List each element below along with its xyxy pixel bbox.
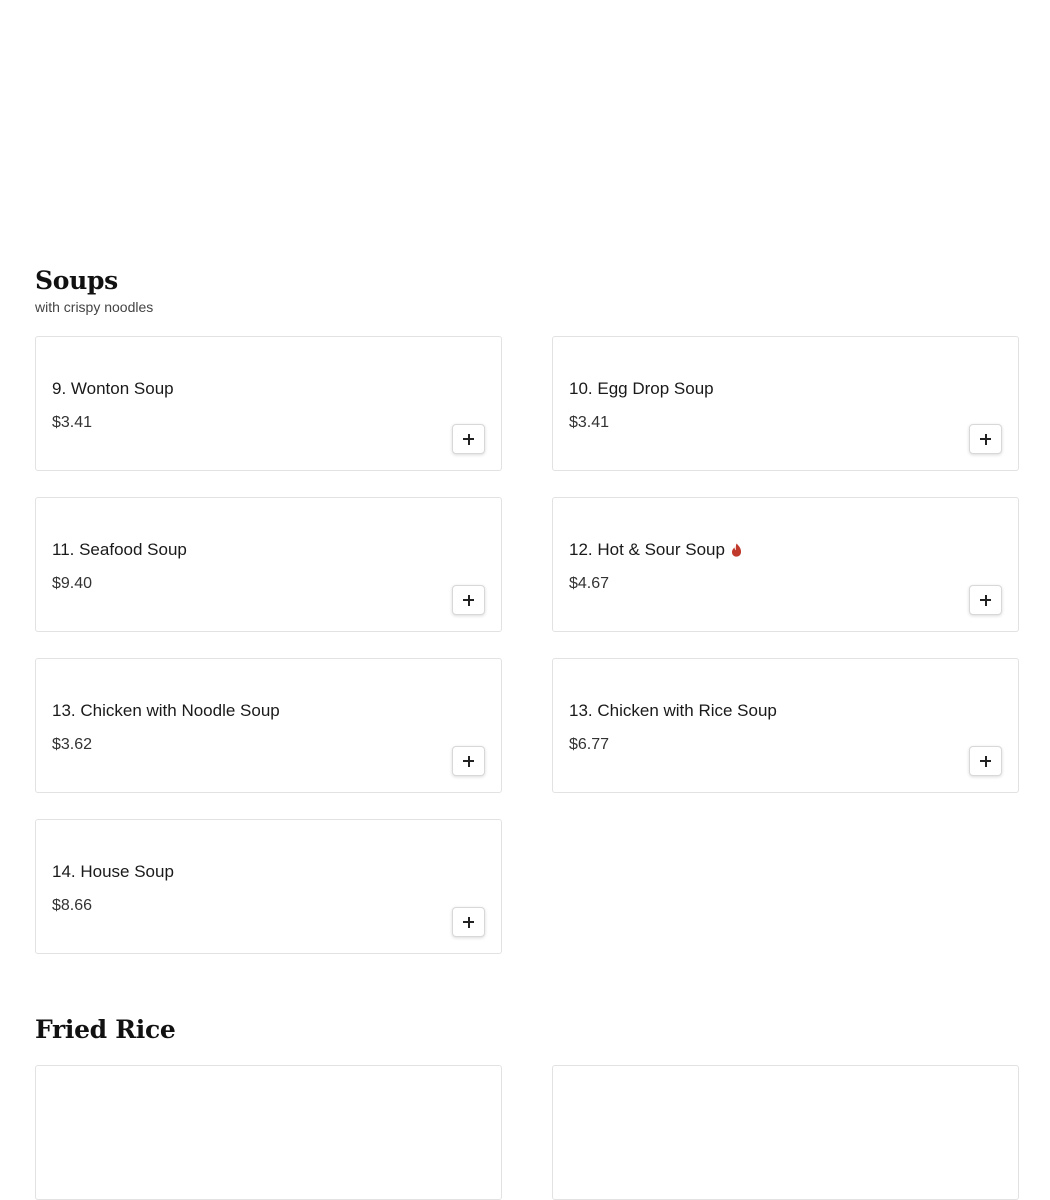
add-to-cart-button[interactable]	[969, 424, 1002, 454]
menu-item-name-text: 9. Wonton Soup	[52, 379, 174, 398]
section-fried-rice: Fried Rice	[35, 1015, 1021, 1200]
menu-item-price: $4.67	[569, 575, 610, 592]
menu-item-price: $8.66	[52, 897, 93, 914]
menu-item-name-text: 13. Chicken with Noodle Soup	[52, 701, 280, 720]
menu-item-name: 14. House Soup	[52, 862, 174, 882]
section-subtitle: with crispy noodles	[35, 299, 154, 315]
plus-icon	[463, 433, 474, 445]
menu-item-card[interactable]	[552, 1065, 1019, 1200]
add-to-cart-button[interactable]	[969, 585, 1002, 615]
add-to-cart-button[interactable]	[452, 746, 485, 776]
chili-pepper-icon	[731, 543, 741, 557]
menu-item-card[interactable]: 12. Hot & Sour Soup $4.67	[552, 497, 1019, 632]
menu-item-name: 12. Hot & Sour Soup	[569, 540, 742, 560]
menu-item-name-text: 13. Chicken with Rice Soup	[569, 701, 777, 720]
plus-icon	[463, 594, 474, 606]
plus-icon	[463, 755, 474, 767]
menu-item-name: 10. Egg Drop Soup	[569, 379, 714, 399]
menu-item-price: $3.41	[52, 414, 93, 431]
plus-icon	[980, 594, 991, 606]
menu-item-name-text: 14. House Soup	[52, 862, 174, 881]
menu-item-name-text: 10. Egg Drop Soup	[569, 379, 714, 398]
add-to-cart-button[interactable]	[969, 746, 1002, 776]
menu-item-name: 13. Chicken with Noodle Soup	[52, 701, 280, 721]
add-to-cart-button[interactable]	[452, 424, 485, 454]
plus-icon	[980, 755, 991, 767]
menu-item-name-text: 11. Seafood Soup	[52, 540, 187, 559]
menu-item-name-text: 12. Hot & Sour Soup	[569, 540, 725, 559]
add-to-cart-button[interactable]	[452, 585, 485, 615]
menu-item-price: $3.41	[569, 414, 610, 431]
menu-item-card[interactable]: 14. House Soup $8.66	[35, 819, 502, 954]
section-title: Soups	[35, 266, 118, 295]
menu-item-card[interactable]: 13. Chicken with Noodle Soup $3.62	[35, 658, 502, 793]
menu-item-price: $9.40	[52, 575, 93, 592]
menu-item-price: $6.77	[569, 736, 610, 753]
menu-item-card[interactable]: 13. Chicken with Rice Soup $6.77	[552, 658, 1019, 793]
menu-item-card[interactable]: 9. Wonton Soup $3.41	[35, 336, 502, 471]
menu-item-card[interactable]	[35, 1065, 502, 1200]
plus-icon	[980, 433, 991, 445]
add-to-cart-button[interactable]	[452, 907, 485, 937]
section-soups: Soups with crispy noodles 9. Wonton Soup…	[35, 266, 1021, 954]
plus-icon	[463, 916, 474, 928]
menu-item-price: $3.62	[52, 736, 93, 753]
menu-item-name: 9. Wonton Soup	[52, 379, 174, 399]
section-title: Fried Rice	[35, 1015, 176, 1044]
menu-item-card[interactable]: 11. Seafood Soup $9.40	[35, 497, 502, 632]
menu-item-name: 13. Chicken with Rice Soup	[569, 701, 777, 721]
menu-item-card[interactable]: 10. Egg Drop Soup $3.41	[552, 336, 1019, 471]
menu-item-name: 11. Seafood Soup	[52, 540, 187, 560]
